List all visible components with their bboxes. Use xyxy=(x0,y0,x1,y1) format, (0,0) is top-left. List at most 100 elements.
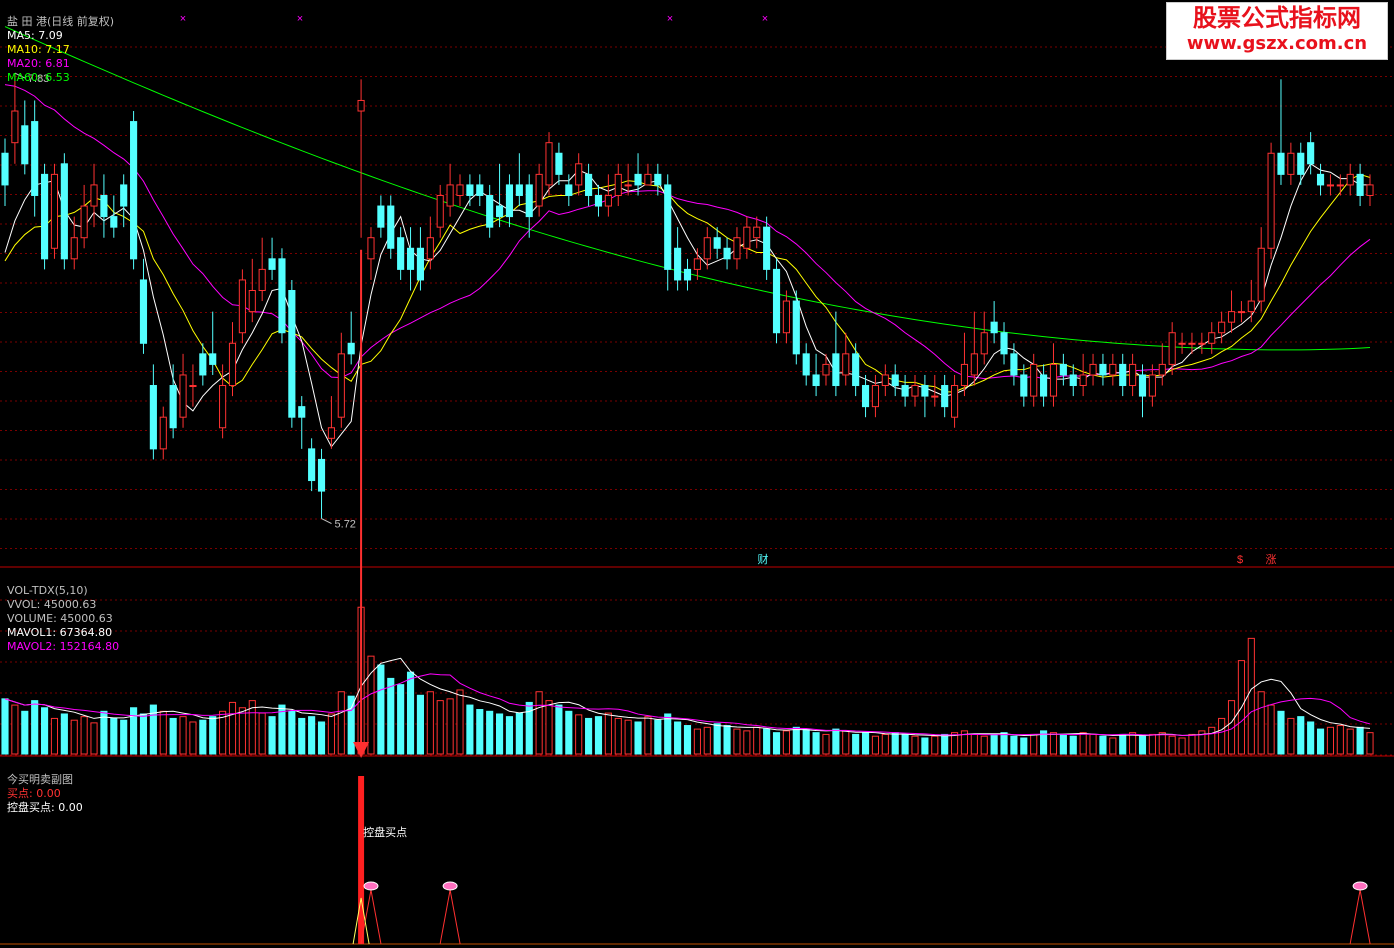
volume-bar xyxy=(861,732,870,755)
volume-bar xyxy=(802,728,810,755)
volume-bar xyxy=(1188,733,1196,755)
volume-bar xyxy=(555,704,563,755)
volume-bar xyxy=(733,728,741,755)
volume-bar xyxy=(683,725,692,755)
candle-body xyxy=(703,237,711,260)
volume-bar xyxy=(179,716,187,755)
volume-bar xyxy=(327,713,335,755)
volume-bar xyxy=(772,732,781,755)
candle-body xyxy=(100,194,108,218)
candle-body xyxy=(1109,363,1117,376)
candle-body xyxy=(733,237,741,260)
volume-bar xyxy=(1257,691,1265,755)
volume-bar xyxy=(693,728,701,755)
candle-body xyxy=(248,290,256,313)
volume-bar xyxy=(387,677,395,755)
volume-bar xyxy=(268,716,276,755)
chart-grid xyxy=(0,46,1394,945)
volume-bar xyxy=(189,721,197,755)
event-marker-cai: 财 xyxy=(758,552,769,566)
logo-url: www.gszx.com.cn xyxy=(1186,33,1368,54)
ma20-line xyxy=(4,84,1371,380)
volume-bar xyxy=(911,735,919,755)
candle-body xyxy=(1168,332,1176,365)
candle-body xyxy=(60,163,68,260)
candle-body xyxy=(416,247,425,281)
candle-body xyxy=(941,385,949,408)
volume-bar xyxy=(871,735,880,755)
volume-bar xyxy=(406,671,415,755)
stock-chart[interactable]: 7.835.72财 $ 涨控盘买点× × × × xyxy=(0,0,1394,948)
event-marker-dollar: $ xyxy=(1237,554,1243,566)
candle-body xyxy=(525,184,533,218)
candle-body xyxy=(664,184,672,270)
candle-body xyxy=(1356,173,1364,196)
event-marker-zhang: 涨 xyxy=(1266,553,1277,566)
candle-body xyxy=(219,385,227,429)
candle-body xyxy=(80,205,88,239)
volume-bar xyxy=(298,717,306,755)
candle-body xyxy=(70,237,78,260)
candle-body xyxy=(535,173,543,207)
candlesticks xyxy=(1,73,1374,519)
volume-bar xyxy=(1148,733,1156,755)
volume-bars xyxy=(1,606,1374,755)
candle-body xyxy=(881,374,889,387)
volume-bar xyxy=(288,710,296,755)
candle-body xyxy=(1079,374,1087,387)
vvol-value: VVOL: 45000.63 xyxy=(7,598,97,611)
candle-body xyxy=(50,173,59,249)
candle-body xyxy=(387,205,395,249)
volume-bar xyxy=(456,689,464,755)
volume-bar xyxy=(1336,725,1344,755)
control-buy-value: 控盘买点: 0.00 xyxy=(7,801,83,814)
volume-bar xyxy=(199,719,207,755)
candle-body xyxy=(654,173,662,186)
top-cross-marker: × xyxy=(762,13,768,25)
volume-bar xyxy=(1168,735,1176,755)
candle-body xyxy=(1336,184,1344,187)
volume-bar xyxy=(990,733,998,755)
candle-body xyxy=(723,247,731,260)
volume-bar xyxy=(545,700,553,755)
volume-bar xyxy=(624,719,632,755)
candle-body xyxy=(456,184,464,196)
candle-body xyxy=(832,353,840,387)
volume-bar xyxy=(1129,732,1137,755)
candle-body xyxy=(1218,321,1226,334)
candle-body xyxy=(1119,363,1127,387)
candle-body xyxy=(575,163,583,186)
volume-bar xyxy=(476,709,484,755)
volume-bar xyxy=(50,717,59,755)
candle-body xyxy=(624,184,632,187)
low-price-label: 5.72 xyxy=(335,519,356,531)
volume-bar xyxy=(1069,735,1077,755)
volume-bar xyxy=(347,695,355,755)
candle-body xyxy=(1099,363,1107,376)
mavol1-value: MAVOL1: 67364.80 xyxy=(7,626,113,639)
volume-bar xyxy=(644,716,652,755)
candle-body xyxy=(159,416,167,450)
volume-value: VOLUME: 45000.63 xyxy=(7,612,113,625)
candle-body xyxy=(515,184,523,196)
volume-bar xyxy=(1158,732,1166,755)
candle-body xyxy=(1000,332,1008,355)
candle-body xyxy=(1158,363,1166,376)
candle-body xyxy=(674,247,682,281)
volume-bar xyxy=(31,700,39,755)
candle-body xyxy=(476,184,484,196)
candle-body xyxy=(308,448,316,482)
candle-body xyxy=(842,353,850,376)
volume-bar xyxy=(1267,704,1275,755)
candle-body xyxy=(852,353,860,387)
volume-bar xyxy=(90,722,98,755)
candle-body xyxy=(871,385,880,408)
candle-body xyxy=(327,427,335,439)
volume-bar xyxy=(110,717,118,755)
candle-body xyxy=(268,258,276,270)
volume-bar xyxy=(139,713,148,755)
volume-bar xyxy=(891,732,899,755)
top-cross-marker: × xyxy=(667,13,673,25)
volume-bar xyxy=(1356,726,1364,755)
volume-bar xyxy=(1010,735,1018,755)
